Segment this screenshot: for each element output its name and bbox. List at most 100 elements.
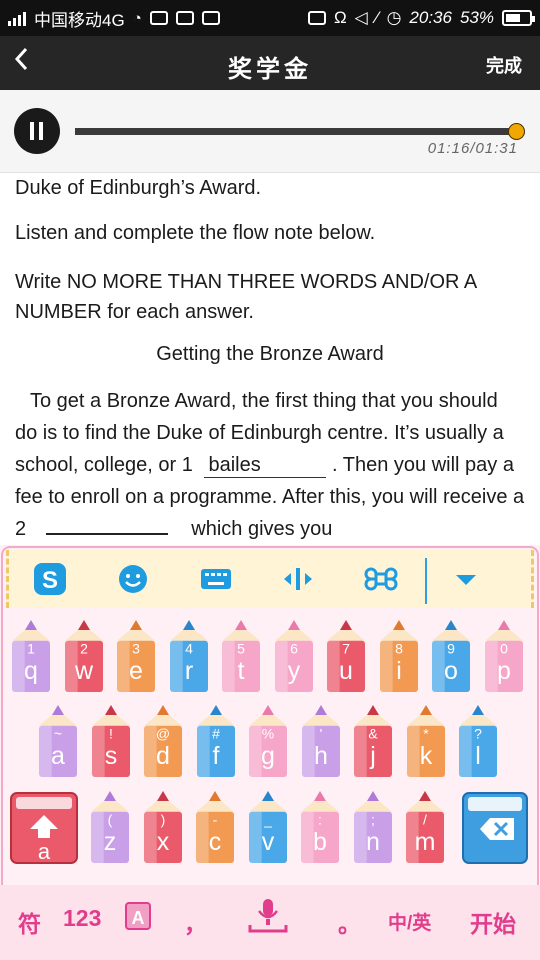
text-line: Listen and complete the flow note below. [15, 222, 376, 244]
alarm-icon: ◷ [386, 8, 402, 27]
key-n[interactable]: ;n [351, 791, 395, 865]
key-e[interactable]: 3e [114, 620, 158, 694]
wifi-icon: ◔ [132, 9, 142, 27]
space-mic-key[interactable] [248, 895, 288, 937]
answer-blank-1[interactable]: bailes [204, 453, 327, 478]
key-u[interactable]: 7u [324, 620, 368, 694]
key-w[interactable]: 2w [62, 620, 106, 694]
key-o-letter: o [444, 657, 458, 685]
shift-key[interactable]: a [10, 791, 78, 865]
key-v[interactable]: _v [246, 791, 290, 865]
key-a[interactable]: ~a [36, 705, 80, 779]
key-d-letter: d [156, 742, 170, 770]
key-i[interactable]: 8i [377, 620, 421, 694]
section-subtitle: Getting the Bronze Award [156, 343, 384, 365]
symbols-key[interactable]: 符 [18, 905, 41, 939]
key-c[interactable]: -c [193, 791, 237, 865]
time-label: 01:16/01:31 [427, 140, 518, 157]
answer-blank-2[interactable] [45, 533, 168, 535]
key-y-symbol: 6 [290, 640, 298, 656]
key-m-letter: m [415, 828, 436, 856]
key-v-letter: v [261, 828, 274, 856]
key-b-letter: b [313, 828, 327, 856]
key-j-symbol: & [368, 725, 378, 741]
svg-text:S: S [42, 567, 58, 594]
emoji-icon[interactable] [116, 562, 150, 596]
key-z-letter: z [104, 828, 117, 856]
key-e-letter: e [129, 657, 143, 685]
key-t-letter: t [238, 657, 245, 685]
done-button[interactable]: 完成 [486, 52, 522, 78]
key-s-letter: s [104, 742, 117, 770]
go-key[interactable]: 开始 [470, 905, 516, 939]
command-icon[interactable] [364, 562, 398, 596]
key-r[interactable]: 4r [167, 620, 211, 694]
audio-player: 01:16/01:31 [0, 90, 540, 173]
keyboard-toolbar: S [6, 550, 534, 608]
progress-slider[interactable] [75, 123, 525, 140]
key-f-symbol: # [212, 725, 220, 741]
key-r-symbol: 4 [185, 640, 193, 656]
battery-percent: 53% [459, 8, 494, 27]
key-j[interactable]: &j [351, 705, 395, 779]
key-m[interactable]: /m [403, 791, 447, 865]
key-s[interactable]: !s [89, 705, 133, 779]
keyboard-bottom-bar: 符 123 A ， 。 中/英 开始 [0, 885, 540, 960]
key-z-symbol: ( [108, 811, 113, 827]
key-q-letter: q [24, 657, 38, 685]
key-h-letter: h [314, 742, 328, 770]
instruction-text: Write NO MORE THAN THREE WORDS AND/OR A … [15, 271, 477, 323]
key-c-letter: c [209, 828, 222, 856]
key-d[interactable]: @d [141, 705, 185, 779]
pause-button[interactable] [14, 108, 60, 154]
key-p[interactable]: 0p [482, 620, 526, 694]
key-f-letter: f [212, 742, 219, 770]
pause-icon [30, 122, 34, 140]
numbers-key[interactable]: 123 [63, 905, 101, 932]
key-a-symbol: ~ [54, 725, 62, 741]
vibrate-off-icon: ⁄ [375, 8, 379, 27]
chat-bubble-icon [149, 11, 168, 25]
clock-time: 20:36 [409, 8, 452, 27]
sogou-logo-icon[interactable]: S [33, 562, 67, 596]
key-o[interactable]: 9o [429, 620, 473, 694]
key-l[interactable]: ?l [456, 705, 500, 779]
page-title: 奖学金 [228, 56, 312, 83]
soft-keyboard: S 1 q 2 w 3 e 4 r 5 t 6 y 7 u 8 i 9 o 0 p ~ a! s @ d # f% g ' h & j * k? l… [0, 545, 540, 960]
lang-switch-key[interactable]: 中/英 [388, 908, 431, 935]
toolbar-divider [425, 558, 427, 604]
key-k[interactable]: *k [404, 705, 448, 779]
period-key[interactable]: 。 [338, 905, 361, 939]
key-o-symbol: 9 [447, 640, 455, 656]
key-f[interactable]: #f [194, 705, 238, 779]
key-l-letter: l [475, 742, 481, 770]
key-a-letter: a [51, 742, 65, 770]
key-d-symbol: @ [156, 725, 170, 741]
key-q[interactable]: 1q [9, 620, 53, 694]
keyboard-icon[interactable] [199, 562, 233, 596]
key-y[interactable]: 6y [272, 620, 316, 694]
svg-text:A: A [132, 908, 145, 928]
comma-key[interactable]: ， [184, 905, 207, 939]
progress-thumb[interactable] [508, 123, 525, 140]
key-g[interactable]: %g [246, 705, 290, 779]
key-i-letter: i [396, 657, 402, 685]
key-x[interactable]: )x [141, 791, 185, 865]
key-j-letter: j [369, 742, 376, 770]
cursor-move-icon[interactable] [281, 562, 315, 596]
key-b[interactable]: :b [298, 791, 342, 865]
key-k-letter: k [419, 742, 432, 770]
key-h[interactable]: 'h [299, 705, 343, 779]
key-g-letter: g [261, 742, 275, 770]
key-w-symbol: 2 [80, 640, 88, 656]
handwriting-key[interactable]: A [124, 901, 152, 931]
collapse-icon[interactable] [449, 562, 483, 596]
key-x-symbol: ) [160, 811, 165, 827]
key-t[interactable]: 5t [219, 620, 263, 694]
key-p-symbol: 0 [500, 640, 508, 656]
key-z[interactable]: (z [88, 791, 132, 865]
passage-paragraph: To get a Bronze Award, the first thing t… [15, 385, 525, 545]
mute-icon: ◁ [354, 8, 368, 27]
battery-icon [502, 10, 535, 26]
backspace-key[interactable] [462, 791, 528, 865]
